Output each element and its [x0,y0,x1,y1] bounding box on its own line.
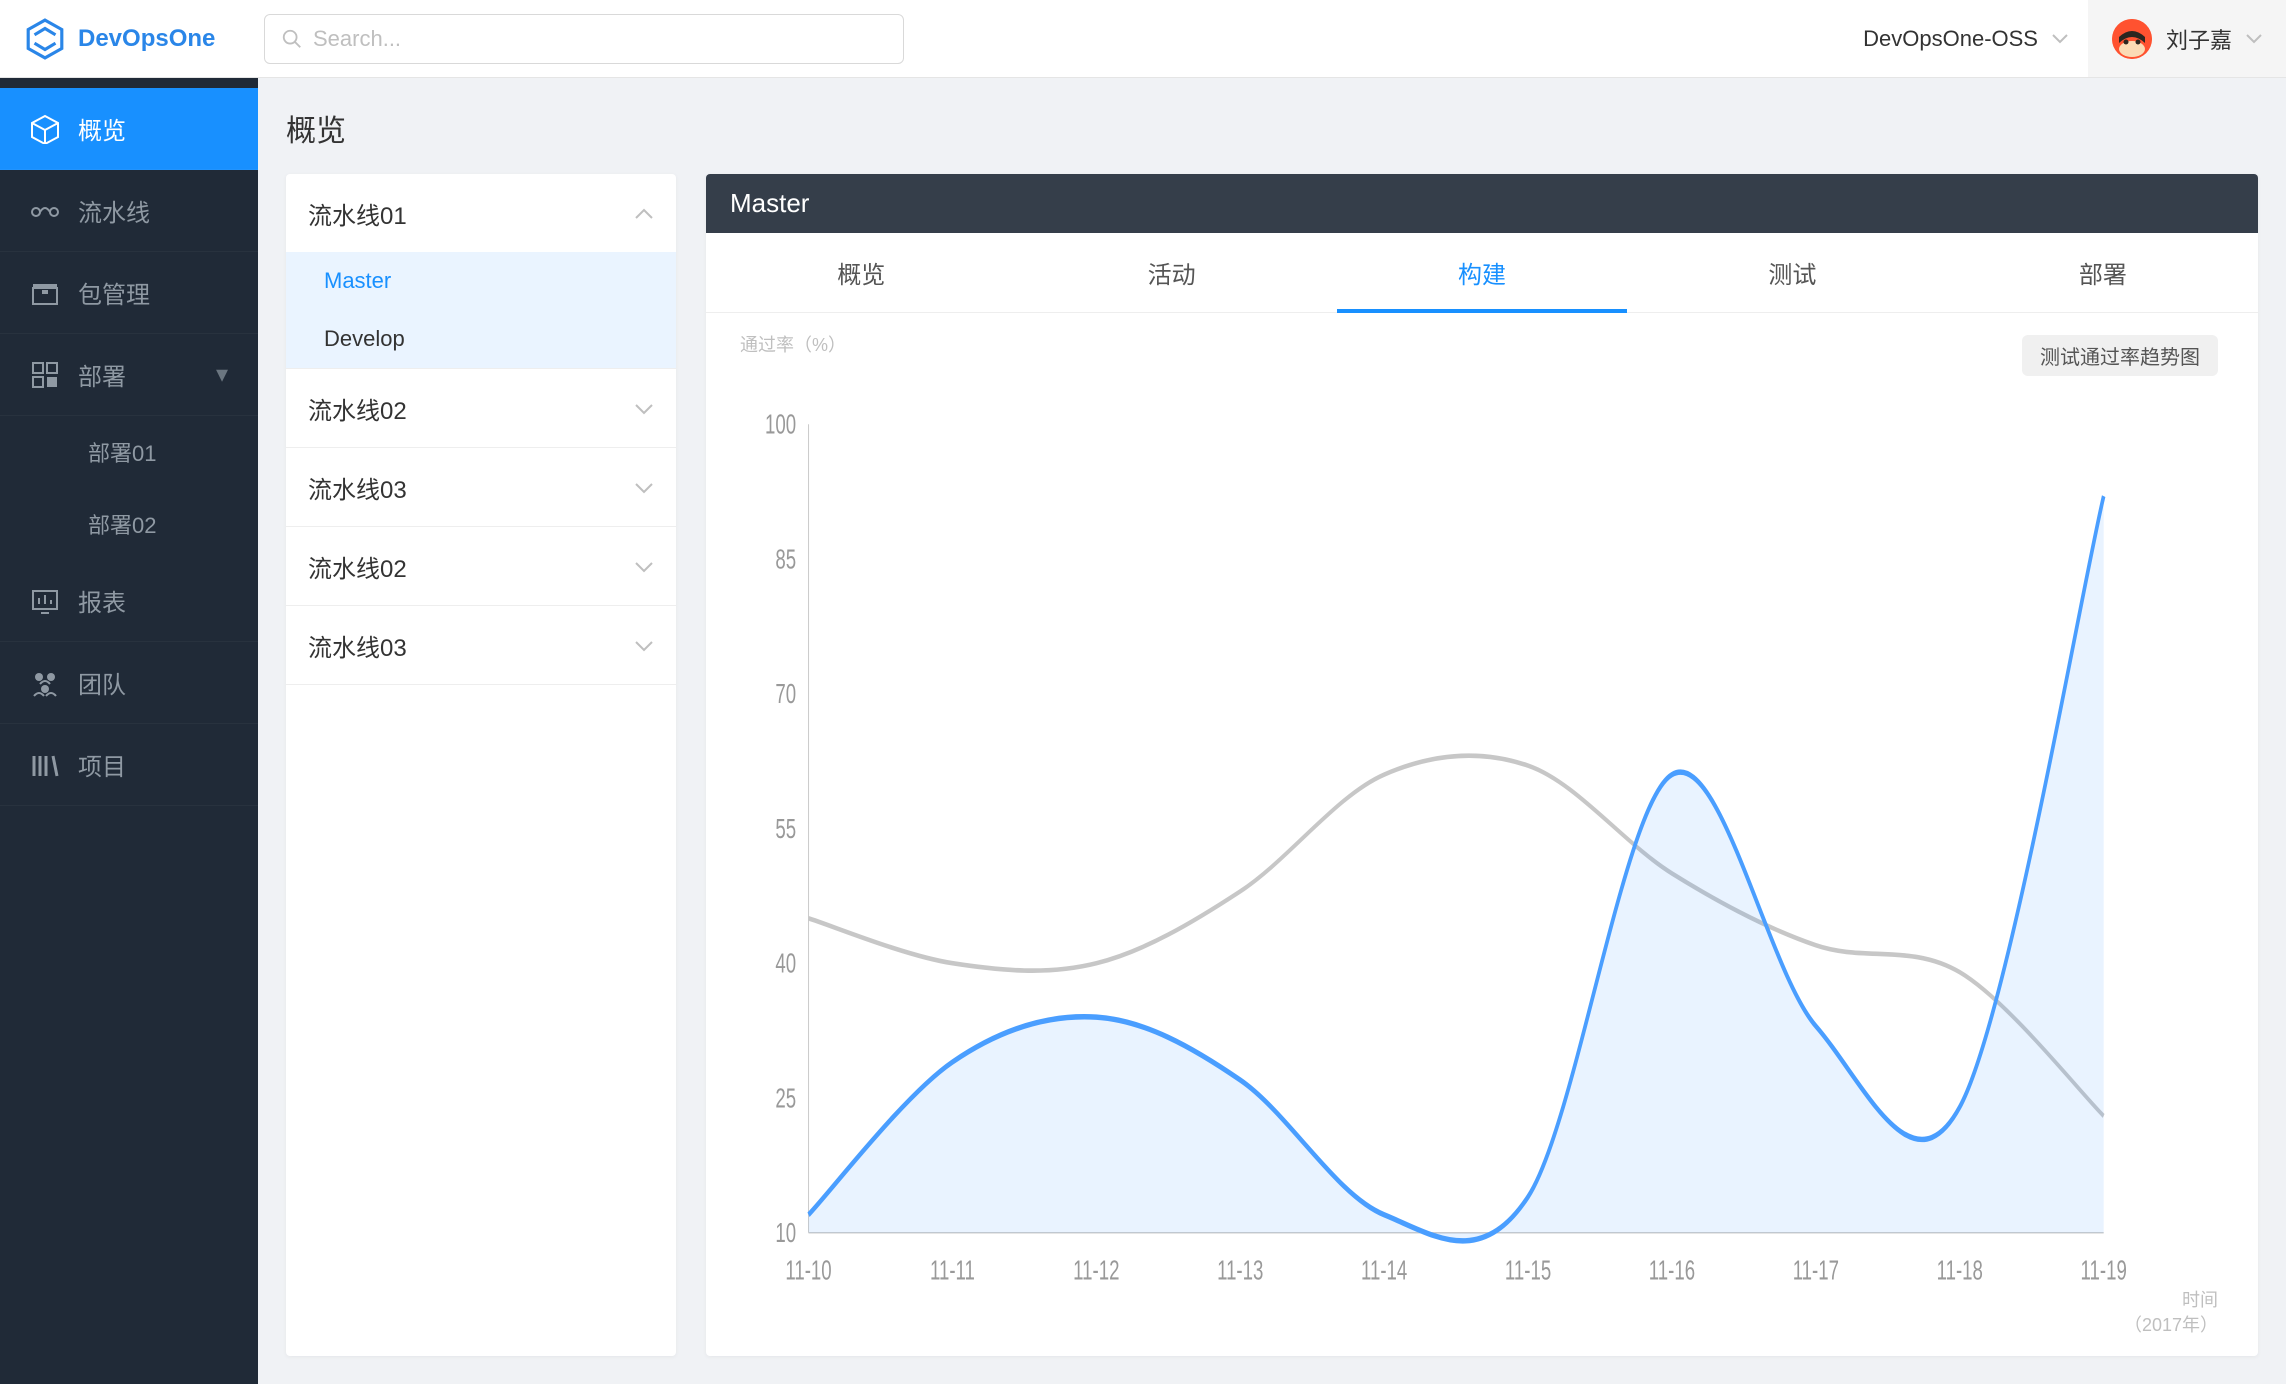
cube-icon [30,114,60,144]
search-icon [281,28,303,50]
svg-text:11-13: 11-13 [1217,1255,1263,1287]
chart-badge: 测试通过率趋势图 [2022,335,2218,376]
user-name: 刘子嘉 [2166,23,2232,55]
sidebar-item-label: 项目 [78,747,126,782]
chevron-down-icon [634,473,654,501]
caret-down-icon [2052,34,2068,44]
sidebar-item-label: 报表 [78,583,126,618]
project-icon [30,750,60,780]
chevron-down-icon [634,631,654,659]
deploy-icon [30,360,60,390]
sidebar-item-report[interactable]: 报表 [0,560,258,642]
svg-text:25: 25 [775,1083,796,1115]
search-input[interactable] [313,26,887,52]
svg-text:55: 55 [775,813,796,845]
avatar [2112,19,2152,59]
svg-text:11-18: 11-18 [1937,1255,1983,1287]
chart-x-label: 时间 （2017年） [2124,1288,2218,1338]
svg-text:10: 10 [775,1217,796,1249]
chart-tab[interactable]: 构建 [1327,233,1637,312]
package-icon [30,278,60,308]
chevron-down-icon [634,552,654,580]
page-title: 概览 [286,106,2258,150]
chevron-down-icon [634,394,654,422]
sidebar-item-cube[interactable]: 概览 [0,88,258,170]
svg-text:11-16: 11-16 [1649,1255,1695,1287]
sidebar-item-project[interactable]: 项目 [0,724,258,806]
sidebar-subitem[interactable]: 部署01 [0,416,258,488]
chart-body: 通过率（%） 测试通过率趋势图 10 25 40 55 70 85 100 11-10 11-1… [706,313,2258,1356]
sidebar-item-team[interactable]: 团队 [0,642,258,724]
sidebar-item-label: 包管理 [78,275,150,310]
pipeline-group-header[interactable]: 流水线03 [286,606,676,684]
pipeline-group-header[interactable]: 流水线02 [286,369,676,447]
user-menu[interactable]: 刘子嘉 [2088,0,2286,77]
chevron-up-icon [634,199,654,227]
logo-icon [24,18,66,60]
svg-text:100: 100 [765,409,796,441]
team-icon [30,668,60,698]
caret-down-icon: ▾ [216,360,228,389]
main-content: 概览 流水线01MasterDevelop流水线02流水线03流水线02流水线0… [258,78,2286,1384]
pipeline-list-panel: 流水线01 MasterDevelop 流水线02 流水线03 流水线02 流水线03 [286,174,676,1356]
pipeline-name: 流水线03 [308,470,407,505]
pipeline-name: 流水线02 [308,391,407,426]
sidebar-subitem[interactable]: 部署02 [0,488,258,560]
svg-text:11-19: 11-19 [2081,1255,2127,1287]
svg-text:11-17: 11-17 [1793,1255,1839,1287]
svg-text:11-11: 11-11 [930,1255,975,1287]
svg-text:70: 70 [775,678,796,710]
svg-text:40: 40 [775,948,796,980]
search-box[interactable] [264,14,904,64]
svg-text:11-15: 11-15 [1505,1255,1551,1287]
chart-tabs: 概览活动构建测试部署 [706,233,2258,313]
sidebar-item-label: 部署 [78,357,126,392]
sidebar-item-label: 概览 [78,111,126,146]
pipeline-name: 流水线02 [308,549,407,584]
chart-tab[interactable]: 活动 [1016,233,1326,312]
chart-panel: Master 概览活动构建测试部署 通过率（%） 测试通过率趋势图 10 25 40… [706,174,2258,1356]
pipeline-group-header[interactable]: 流水线02 [286,527,676,605]
sidebar-item-deploy[interactable]: 部署 ▾ [0,334,258,416]
header-bar: DevOpsOne DevOpsOne-OSS 刘子嘉 [0,0,2286,78]
sidebar-item-pipeline[interactable]: 流水线 [0,170,258,252]
sidebar-item-label: 团队 [78,665,126,700]
chart-y-label: 通过率（%） [740,331,846,357]
pipeline-name: 流水线03 [308,628,407,663]
sidebar-item-label: 流水线 [78,193,150,228]
trend-chart: 10 25 40 55 70 85 100 11-10 11-11 11-12 11-13 11-14… [736,331,2228,1326]
svg-text:11-12: 11-12 [1073,1255,1119,1287]
pipeline-icon [30,196,60,226]
logo-text: DevOpsOne [78,25,215,53]
report-icon [30,586,60,616]
branch-item[interactable]: Develop [286,310,676,368]
pipeline-group-header[interactable]: 流水线01 [286,174,676,252]
org-name: DevOpsOne-OSS [1863,26,2038,52]
svg-text:85: 85 [775,544,796,576]
svg-text:11-14: 11-14 [1361,1255,1407,1287]
caret-down-icon [2246,34,2262,44]
branch-item[interactable]: Master [286,252,676,310]
org-selector[interactable]: DevOpsOne-OSS [1843,0,2088,77]
chart-tab[interactable]: 部署 [1948,233,2258,312]
sidebar: 概览流水线包管理部署 ▾ 部署01部署02 报表团队项目 [0,78,258,1384]
chart-panel-title: Master [706,174,2258,233]
chart-tab[interactable]: 概览 [706,233,1016,312]
pipeline-name: 流水线01 [308,196,407,231]
chart-tab[interactable]: 测试 [1637,233,1947,312]
pipeline-group-header[interactable]: 流水线03 [286,448,676,526]
svg-text:11-10: 11-10 [785,1255,831,1287]
logo[interactable]: DevOpsOne [0,18,258,60]
sidebar-item-package[interactable]: 包管理 [0,252,258,334]
